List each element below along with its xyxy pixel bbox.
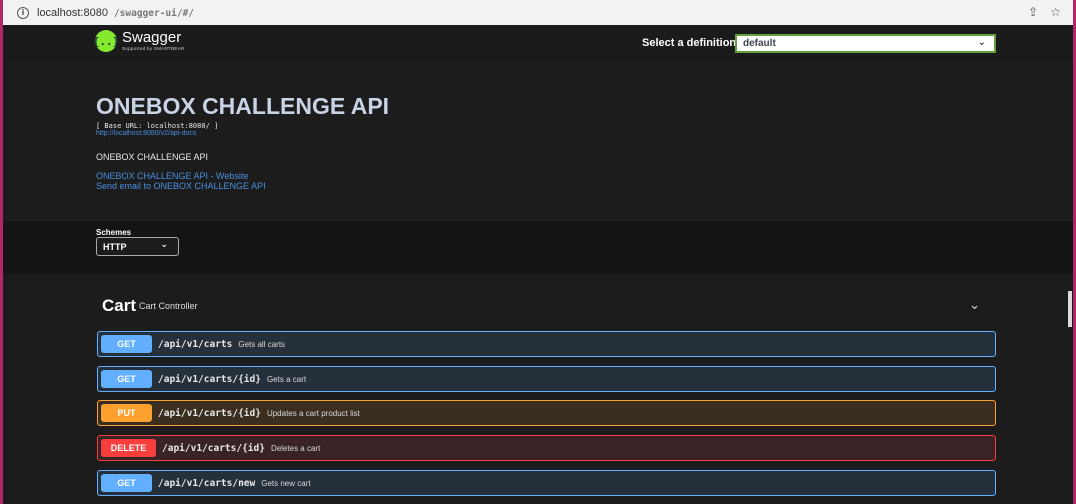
tag-description: Cart Controller: [139, 301, 198, 311]
chevron-down-icon: ⌄: [977, 37, 986, 48]
scrollbar-thumb[interactable]: [1068, 291, 1072, 327]
operations-section: Cart Cart Controller ⌄ GET /api/v1/carts…: [3, 274, 1073, 504]
opblock-get-cart-by-id[interactable]: GET /api/v1/carts/{id} Gets a cart: [97, 366, 996, 392]
tag-name: Cart: [102, 296, 137, 315]
opblock-put-cart[interactable]: PUT /api/v1/carts/{id} Updates a cart pr…: [97, 400, 996, 426]
api-docs-link[interactable]: http://localhost:8080/v2/api-docs: [96, 130, 196, 137]
schemes-value: HTTP: [103, 242, 127, 252]
method-badge: GET: [101, 474, 152, 492]
definition-value: default: [743, 38, 776, 49]
method-badge: DELETE: [101, 439, 156, 457]
chevron-down-icon: ⌄: [160, 240, 168, 250]
share-icon[interactable]: ⇪: [1028, 5, 1038, 19]
logo-name: Swagger: [122, 29, 182, 46]
swagger-topbar: {..} Swagger Supported by SMARTBEAR Sele…: [3, 25, 1073, 61]
method-badge: PUT: [101, 404, 152, 422]
website-link[interactable]: ONEBOX CHALLENGE API - Website: [96, 171, 248, 181]
definition-select[interactable]: default ⌄: [735, 34, 996, 53]
swagger-logo[interactable]: {..} Swagger Supported by SMARTBEAR: [93, 29, 185, 52]
page-title: ONEBOX CHALLENGE API: [96, 93, 390, 119]
swagger-logo-icon: {..}: [93, 30, 119, 52]
info-section: ONEBOX CHALLENGE API [ Base URL: localho…: [3, 61, 1073, 221]
definition-label: Select a definition: [642, 37, 737, 49]
chevron-down-icon[interactable]: ⌄: [969, 298, 980, 313]
op-summary: Gets a cart: [266, 374, 307, 384]
op-path: /api/v1/carts/{id}: [158, 373, 261, 385]
schemes-select[interactable]: HTTP ⌄: [96, 237, 179, 256]
op-path: /api/v1/carts: [158, 338, 233, 350]
url-text[interactable]: localhost:8080/swagger-ui/#/: [37, 7, 194, 19]
base-url: [ Base URL: localhost:8080/ ]: [96, 122, 219, 130]
schemes-section: Schemes HTTP ⌄: [3, 221, 1073, 274]
email-link[interactable]: Send email to ONEBOX CHALLENGE API: [96, 181, 266, 191]
browser-window: i localhost:8080/swagger-ui/#/ ⇪ ☆ {..} …: [0, 0, 1076, 504]
star-icon[interactable]: ☆: [1050, 5, 1061, 19]
schemes-label: Schemes: [96, 228, 132, 237]
method-badge: GET: [101, 335, 152, 353]
op-summary: Gets all carts: [238, 339, 286, 349]
op-path: /api/v1/carts/{id}: [158, 407, 261, 419]
opblock-get-new-cart[interactable]: GET /api/v1/carts/new Gets new cart: [97, 470, 996, 496]
logo-sub: Supported by SMARTBEAR: [122, 46, 185, 51]
op-summary: Updates a cart product list: [266, 408, 360, 418]
api-description: ONEBOX CHALLENGE API: [96, 152, 209, 162]
opblock-delete-cart[interactable]: DELETE /api/v1/carts/{id} Deletes a cart: [97, 435, 996, 461]
tag-header-cart[interactable]: Cart Cart Controller ⌄: [96, 292, 996, 320]
op-summary: Gets new cart: [261, 478, 311, 488]
method-badge: GET: [101, 370, 152, 388]
info-icon[interactable]: i: [17, 6, 29, 19]
op-summary: Deletes a cart: [270, 443, 321, 453]
address-bar[interactable]: i localhost:8080/swagger-ui/#/ ⇪ ☆: [3, 0, 1073, 25]
op-path: /api/v1/carts/new: [158, 477, 256, 489]
op-path: /api/v1/carts/{id}: [162, 442, 265, 454]
opblock-get-carts[interactable]: GET /api/v1/carts Gets all carts: [97, 331, 996, 357]
